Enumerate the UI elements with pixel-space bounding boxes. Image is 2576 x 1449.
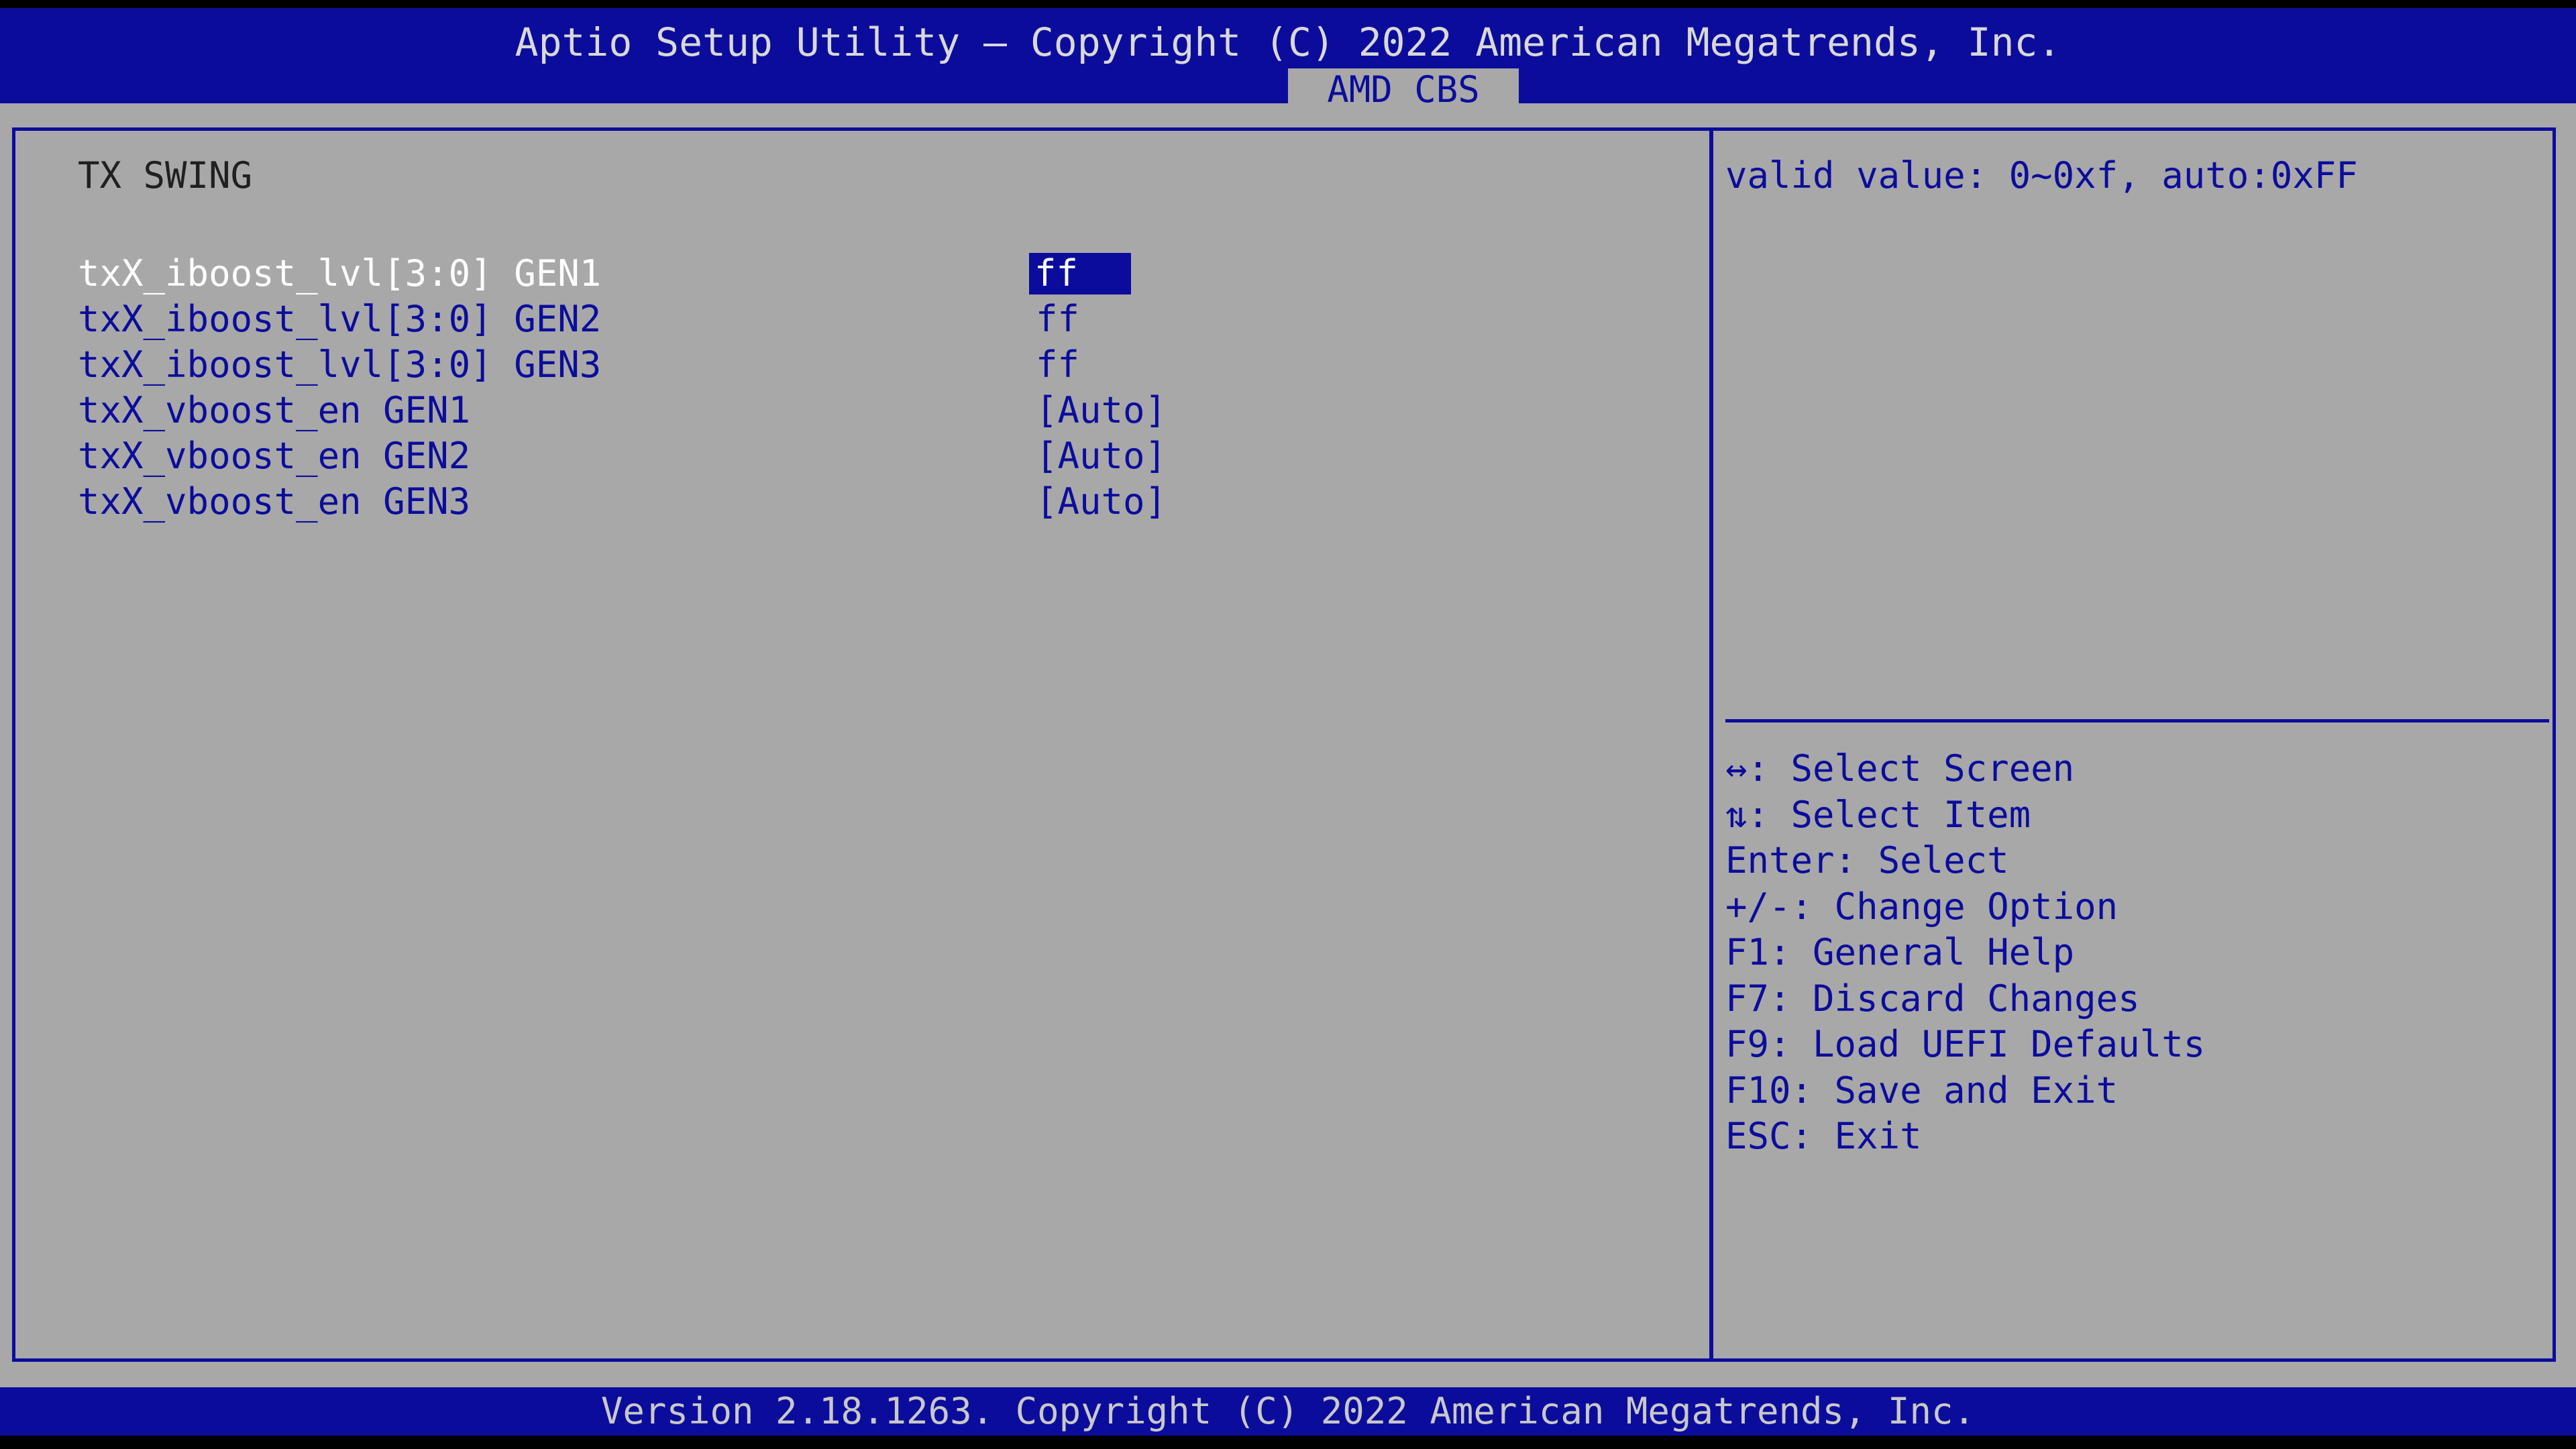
version-footer: Version 2.18.1263. Copyright (C) 2022 Am… <box>600 1390 1976 1432</box>
bottom-bar: Version 2.18.1263. Copyright (C) 2022 Am… <box>0 1387 2576 1436</box>
setting-row-iboost-gen1[interactable]: txX_iboost_lvl[3:0] GEN1 ff <box>78 251 1674 297</box>
panel-divider <box>1709 127 1713 1362</box>
setting-row-vboost-gen1[interactable]: txX_vboost_en GEN1 [Auto] <box>78 388 1674 433</box>
main-panel: TX SWING txX_iboost_lvl[3:0] GEN1 ff txX… <box>0 103 2576 1387</box>
key-hint-discard-changes: F7: Discard Changes <box>1725 977 2140 1020</box>
key-hint-save-exit: F10: Save and Exit <box>1725 1069 2118 1112</box>
help-divider <box>1725 719 2549 722</box>
key-hint-load-defaults: F9: Load UEFI Defaults <box>1725 1023 2206 1065</box>
app-title: Aptio Setup Utility – Copyright (C) 2022… <box>515 19 2061 65</box>
setting-label: txX_vboost_en GEN1 <box>78 389 471 431</box>
top-bar: Aptio Setup Utility – Copyright (C) 2022… <box>0 8 2576 111</box>
setting-row-iboost-gen3[interactable]: txX_iboost_lvl[3:0] GEN3 ff <box>78 342 1674 388</box>
section-title: TX SWING <box>78 154 253 197</box>
setting-label: txX_iboost_lvl[3:0] GEN3 <box>78 343 602 386</box>
setting-value-field[interactable]: ff <box>1029 253 1131 294</box>
key-hint-enter: Enter: Select <box>1725 839 2009 881</box>
setting-row-vboost-gen2[interactable]: txX_vboost_en GEN2 [Auto] <box>78 433 1674 479</box>
setting-value-option[interactable]: [Auto] <box>1030 479 1172 525</box>
setting-label: txX_iboost_lvl[3:0] GEN2 <box>78 298 602 340</box>
setting-row-vboost-gen3[interactable]: txX_vboost_en GEN3 [Auto] <box>78 479 1674 525</box>
setting-value-field[interactable]: ff <box>1030 297 1085 342</box>
setting-value-field[interactable]: ff <box>1030 342 1085 388</box>
key-hint-change-option: +/-: Change Option <box>1725 885 2118 928</box>
setting-label: txX_vboost_en GEN2 <box>78 435 471 477</box>
setting-value-option[interactable]: [Auto] <box>1030 433 1172 479</box>
setting-row-iboost-gen2[interactable]: txX_iboost_lvl[3:0] GEN2 ff <box>78 297 1674 342</box>
item-help-text: valid value: 0~0xf, auto:0xFF <box>1725 154 2358 197</box>
setting-label: txX_vboost_en GEN3 <box>78 480 471 523</box>
setting-value-option[interactable]: [Auto] <box>1030 388 1172 433</box>
key-hint-select-item: ⇅: Select Item <box>1725 793 2031 836</box>
setting-label: txX_iboost_lvl[3:0] GEN1 <box>78 252 602 294</box>
key-legend: ↔: Select Screen ⇅: Select Item Enter: S… <box>1725 746 2549 1160</box>
key-hint-select-screen: ↔: Select Screen <box>1725 747 2075 790</box>
key-hint-exit: ESC: Exit <box>1725 1115 1922 1157</box>
key-hint-general-help: F1: General Help <box>1725 931 2075 973</box>
